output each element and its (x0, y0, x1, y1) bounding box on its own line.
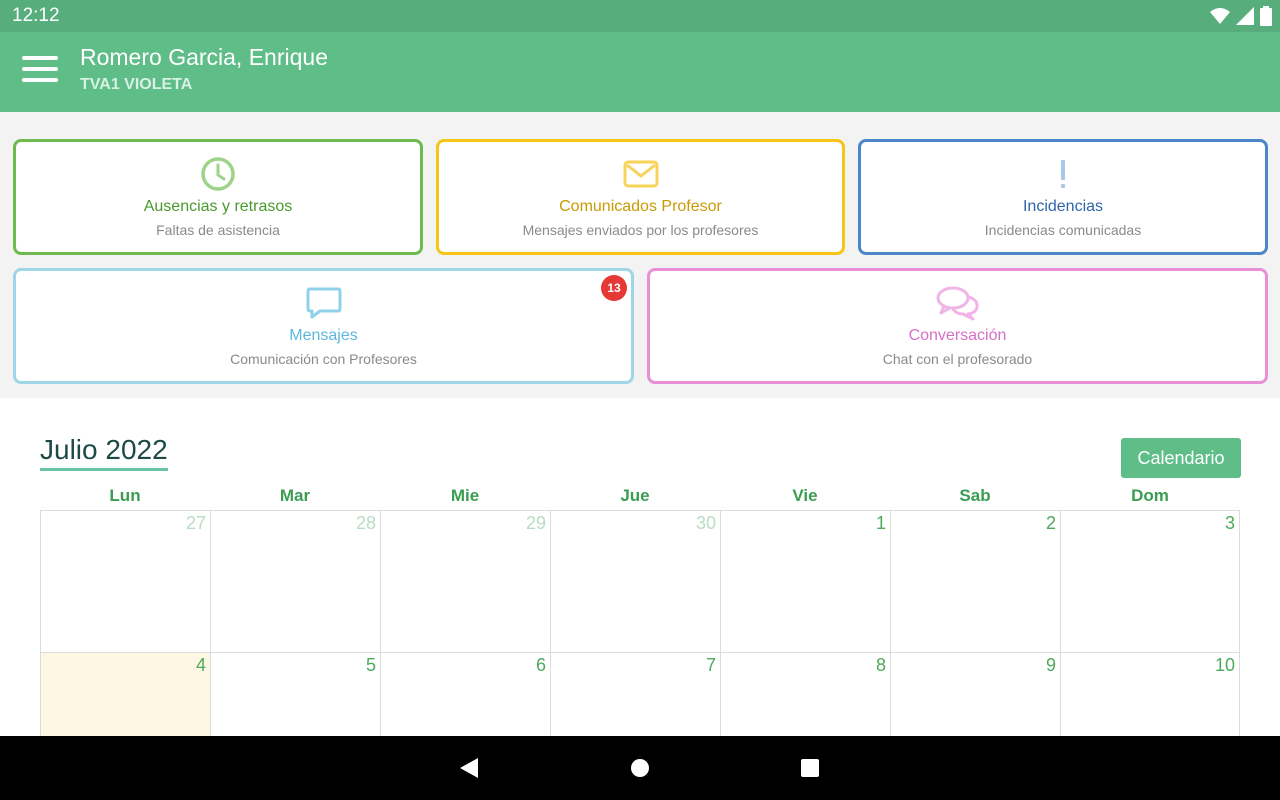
signal-icon (1236, 7, 1254, 25)
app-bar: Romero Garcia, Enrique TVA1 VIOLETA (0, 32, 1280, 112)
battery-icon (1260, 6, 1272, 26)
calendar-day-cell[interactable]: 2 (890, 510, 1060, 652)
day-number: 3 (1224, 513, 1235, 533)
recents-icon[interactable] (800, 758, 820, 778)
hamburger-menu-icon[interactable] (22, 56, 58, 88)
day-number: 8 (875, 655, 886, 675)
shortcut-tiles: Ausencias y retrasos Faltas de asistenci… (0, 112, 1280, 398)
tile-subtitle: Incidencias comunicadas (984, 222, 1142, 238)
calendar-day-cell[interactable]: 7 (550, 652, 720, 742)
weekday-header: Mar (279, 486, 311, 505)
status-bar: 12:12 (0, 0, 1280, 32)
tile-incidencias[interactable]: Incidencias Incidencias comunicadas (858, 139, 1268, 255)
back-icon[interactable] (458, 756, 480, 780)
calendar-month-title: Julio 2022 (40, 434, 168, 471)
weekday-header: Sab (959, 486, 991, 505)
day-number: 30 (695, 513, 716, 533)
calendar-day-cell-today[interactable]: 4 (40, 652, 210, 742)
tile-subtitle: Chat con el profesorado (882, 351, 1033, 367)
calendar-day-cell[interactable]: 1 (720, 510, 890, 652)
calendar-day-cell[interactable]: 27 (40, 510, 210, 652)
tile-ausencias[interactable]: Ausencias y retrasos Faltas de asistenci… (13, 139, 423, 255)
day-number: 2 (1045, 513, 1056, 533)
weekday-header: Dom (1131, 486, 1169, 505)
tile-subtitle: Mensajes enviados por los profesores (522, 222, 759, 238)
tile-title: Conversación (908, 327, 1007, 344)
wifi-icon (1210, 8, 1230, 24)
tile-subtitle: Faltas de asistencia (156, 222, 280, 238)
day-number: 7 (705, 655, 716, 675)
day-number: 10 (1214, 655, 1235, 675)
day-number: 28 (355, 513, 376, 533)
calendar-day-cell[interactable]: 10 (1060, 652, 1240, 742)
chat-bubbles-icon (936, 286, 979, 321)
android-nav-bar (0, 736, 1280, 800)
tile-conversacion[interactable]: Conversación Chat con el profesorado (647, 268, 1268, 384)
calendar-day-cell[interactable]: 30 (550, 510, 720, 652)
calendar-day-cell[interactable]: 8 (720, 652, 890, 742)
chat-bubble-icon (306, 287, 341, 319)
calendar-day-cell[interactable]: 28 (210, 510, 380, 652)
status-time: 12:12 (12, 5, 60, 26)
clock-icon (201, 157, 235, 191)
day-number: 29 (525, 513, 546, 533)
tile-title: Ausencias y retrasos (143, 198, 293, 215)
day-number: 1 (875, 513, 886, 533)
tile-title: Incidencias (1022, 198, 1104, 215)
calendar-day-cell[interactable]: 29 (380, 510, 550, 652)
day-number: 6 (535, 655, 546, 675)
day-number: 27 (185, 513, 206, 533)
calendar-day-cell[interactable]: 9 (890, 652, 1060, 742)
unread-count-badge: 13 (601, 275, 627, 301)
weekday-header: Lun (109, 486, 141, 505)
home-icon[interactable] (630, 758, 650, 778)
weekday-header: Vie (792, 486, 818, 505)
tile-comunicados[interactable]: Comunicados Profesor Mensajes enviados p… (436, 139, 845, 255)
day-number: 4 (195, 655, 206, 675)
weekday-header: Jue (620, 486, 650, 505)
student-name: Romero Garcia, Enrique (80, 44, 328, 70)
calendar-button[interactable]: Calendario (1121, 438, 1241, 478)
exclamation-icon (1061, 160, 1065, 188)
tile-title: Comunicados Profesor (559, 198, 722, 215)
day-number: 9 (1045, 655, 1056, 675)
calendar-day-cell[interactable]: 6 (380, 652, 550, 742)
weekday-header: Mie (450, 486, 480, 505)
envelope-icon (623, 160, 658, 188)
day-number: 5 (365, 655, 376, 675)
tile-mensajes[interactable]: Mensajes Comunicación con Profesores 13 (13, 268, 634, 384)
calendar-day-cell[interactable]: 3 (1060, 510, 1240, 652)
student-group: TVA1 VIOLETA (80, 76, 193, 93)
tile-subtitle: Comunicación con Profesores (230, 351, 417, 367)
calendar-day-cell[interactable]: 5 (210, 652, 380, 742)
tile-title: Mensajes (289, 327, 358, 344)
